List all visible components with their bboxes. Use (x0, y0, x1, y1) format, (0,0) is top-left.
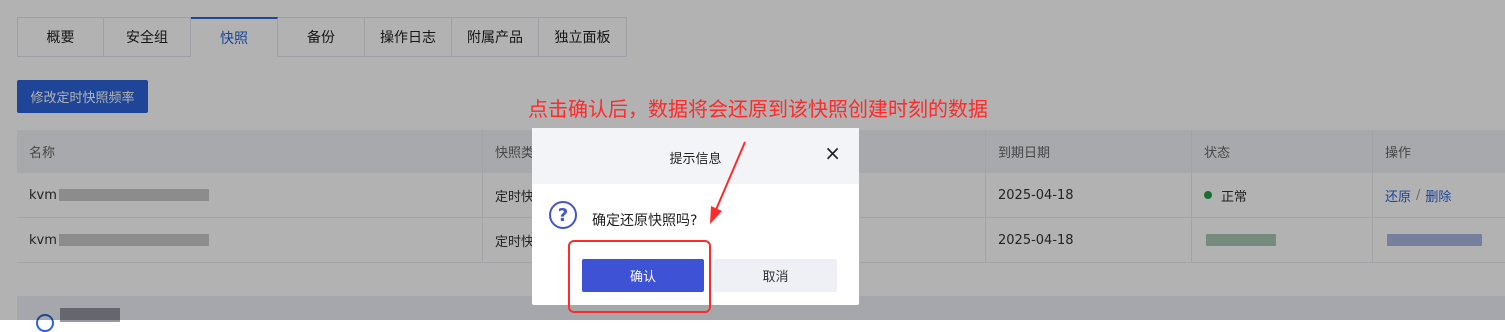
annotation-text: 点击确认后，数据将会还原到该快照创建时刻的数据 (528, 97, 988, 121)
cancel-button[interactable]: 取消 (714, 259, 837, 292)
question-icon: ? (549, 201, 577, 229)
dialog-header: 提示信息 × (532, 128, 859, 184)
close-icon[interactable]: × (824, 143, 841, 163)
dialog-message: 确定还原快照吗? (592, 213, 698, 229)
annotation-arrow-icon (710, 141, 746, 224)
annotation-highlight-box (568, 240, 711, 313)
dialog-title: 提示信息 (669, 152, 722, 167)
